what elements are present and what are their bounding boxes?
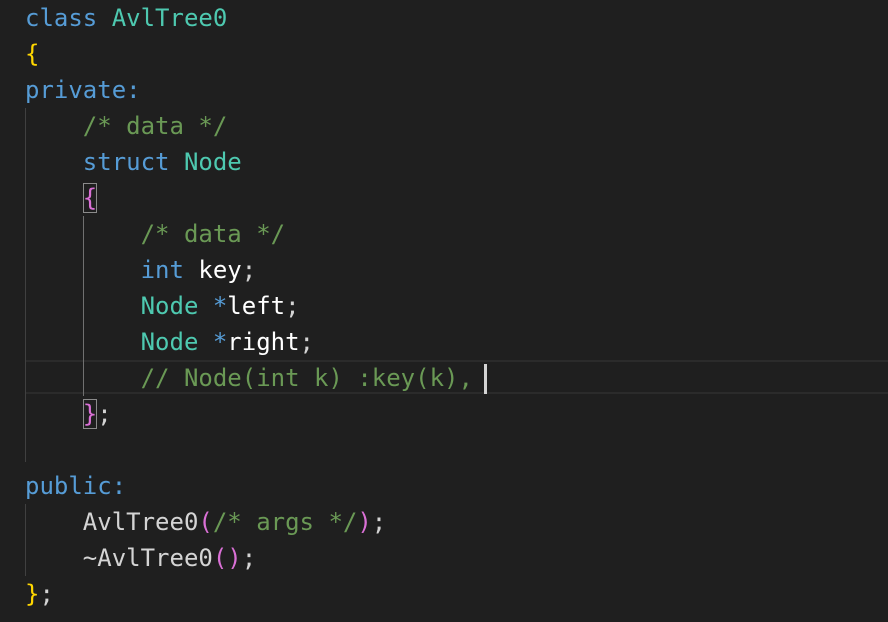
code-line-15[interactable]: AvlTree0(/* args */);: [25, 504, 386, 540]
member-left: left: [227, 292, 286, 320]
struct-open-brace: {: [82, 183, 98, 213]
semicolon: ;: [39, 580, 54, 608]
type-node: Node: [140, 328, 199, 356]
code-line-1[interactable]: class AvlTree0: [25, 0, 227, 36]
comment-constructor: // Node(int k) :key(k),: [140, 364, 473, 392]
semicolon: ;: [241, 256, 257, 284]
code-line-16[interactable]: ~AvlTree0();: [25, 540, 256, 576]
constructor-name: AvlTree0: [82, 508, 199, 536]
code-line-4[interactable]: /* data */: [25, 108, 228, 144]
open-paren: (: [198, 508, 213, 536]
code-line-10[interactable]: Node *right;: [25, 324, 314, 360]
class-close-brace: }: [25, 580, 40, 608]
code-line-5[interactable]: struct Node: [25, 144, 242, 180]
type-int: int: [140, 256, 184, 284]
semicolon: ;: [371, 508, 387, 536]
class-name: AvlTree0: [111, 4, 228, 32]
open-paren: (: [212, 544, 228, 572]
pointer-star: *: [212, 328, 228, 356]
keyword-class: class: [25, 4, 98, 32]
code-line-2[interactable]: {: [25, 36, 39, 72]
pointer-star: *: [212, 292, 228, 320]
keyword-struct: struct: [82, 148, 170, 176]
type-node: Node: [140, 292, 199, 320]
comment-data-inner: /* data */: [140, 220, 286, 248]
code-line-8[interactable]: int key;: [25, 252, 257, 288]
public-label: public:: [25, 472, 127, 500]
text-cursor: [484, 364, 487, 394]
comment-data: /* data */: [82, 112, 228, 140]
private-label: private:: [25, 76, 141, 104]
semicolon: ;: [299, 328, 314, 356]
code-line-12[interactable]: };: [25, 396, 112, 432]
code-line-3[interactable]: private:: [25, 72, 141, 108]
semicolon: ;: [97, 400, 112, 428]
semicolon: ;: [241, 544, 257, 572]
code-line-14[interactable]: public:: [25, 468, 126, 504]
code-line-7[interactable]: /* data */: [25, 216, 286, 252]
class-open-brace: {: [25, 40, 40, 68]
destructor-name: ~AvlTree0: [82, 544, 213, 572]
member-key: key: [198, 256, 242, 284]
close-paren: ): [227, 544, 242, 572]
code-editor[interactable]: class AvlTree0 { private: /* data */ str…: [0, 0, 888, 622]
code-line-11[interactable]: // Node(int k) :key(k),: [25, 360, 473, 396]
close-paren: ): [357, 508, 372, 536]
member-right: right: [227, 328, 300, 356]
code-line-9[interactable]: Node *left;: [25, 288, 300, 324]
comment-args: /* args */: [212, 508, 358, 536]
struct-close-brace: }: [82, 399, 98, 429]
struct-name: Node: [183, 148, 242, 176]
code-line-6[interactable]: {: [25, 180, 98, 216]
code-line-17[interactable]: };: [25, 576, 54, 612]
semicolon: ;: [285, 292, 300, 320]
